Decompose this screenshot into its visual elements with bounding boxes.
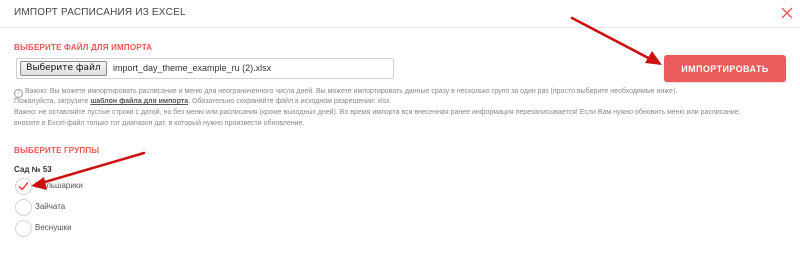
- note-line-1: Важно: Вы можете импортировать расписани…: [25, 88, 678, 95]
- groups-section-title: ВЫБЕРИТЕ ГРУППЫ: [14, 146, 100, 155]
- choose-file-button[interactable]: Выберите файл: [20, 61, 107, 76]
- note-template: Пожалуйста, загрузите шаблон файла для и…: [14, 97, 390, 107]
- dialog-title: ИМПОРТ РАСПИСАНИЯ ИЗ EXCEL: [14, 7, 186, 18]
- import-button[interactable]: ИМПОРТИРОВАТЬ: [664, 55, 786, 82]
- selected-file-name: import_day_theme_example_ru (2).xlsx: [113, 63, 272, 73]
- group-radio[interactable]: [15, 220, 32, 237]
- note-line-2-after: . Обязательно сохраняйте файл в исходном…: [188, 98, 390, 105]
- group-radio[interactable]: [15, 178, 32, 195]
- template-file-link[interactable]: шаблон файла для импорта: [90, 98, 188, 105]
- check-icon: [18, 182, 29, 191]
- file-section-title: ВЫБЕРИТЕ ФАЙЛ ДЛЯ ИМПОРТА: [14, 43, 153, 52]
- note-line-4: вносите в Excel-файл только тот диапазон…: [14, 120, 305, 127]
- note-line-2-before: Пожалуйста, загрузите: [14, 98, 91, 105]
- dialog-header: ИМПОРТ РАСПИСАНИЯ ИЗ EXCEL: [0, 0, 800, 28]
- file-input[interactable]: Выберите файл import_day_theme_example_r…: [16, 58, 394, 79]
- group-radio[interactable]: [15, 199, 32, 216]
- close-icon[interactable]: [779, 5, 795, 21]
- group-label: Мальшарики: [35, 181, 83, 190]
- garden-name: Сад № 53: [14, 165, 52, 174]
- group-label: Зайчата: [35, 202, 66, 211]
- note-line-3: Важно: не оставляйте пустые строки с дат…: [14, 109, 741, 116]
- group-label: Веснушки: [35, 223, 72, 232]
